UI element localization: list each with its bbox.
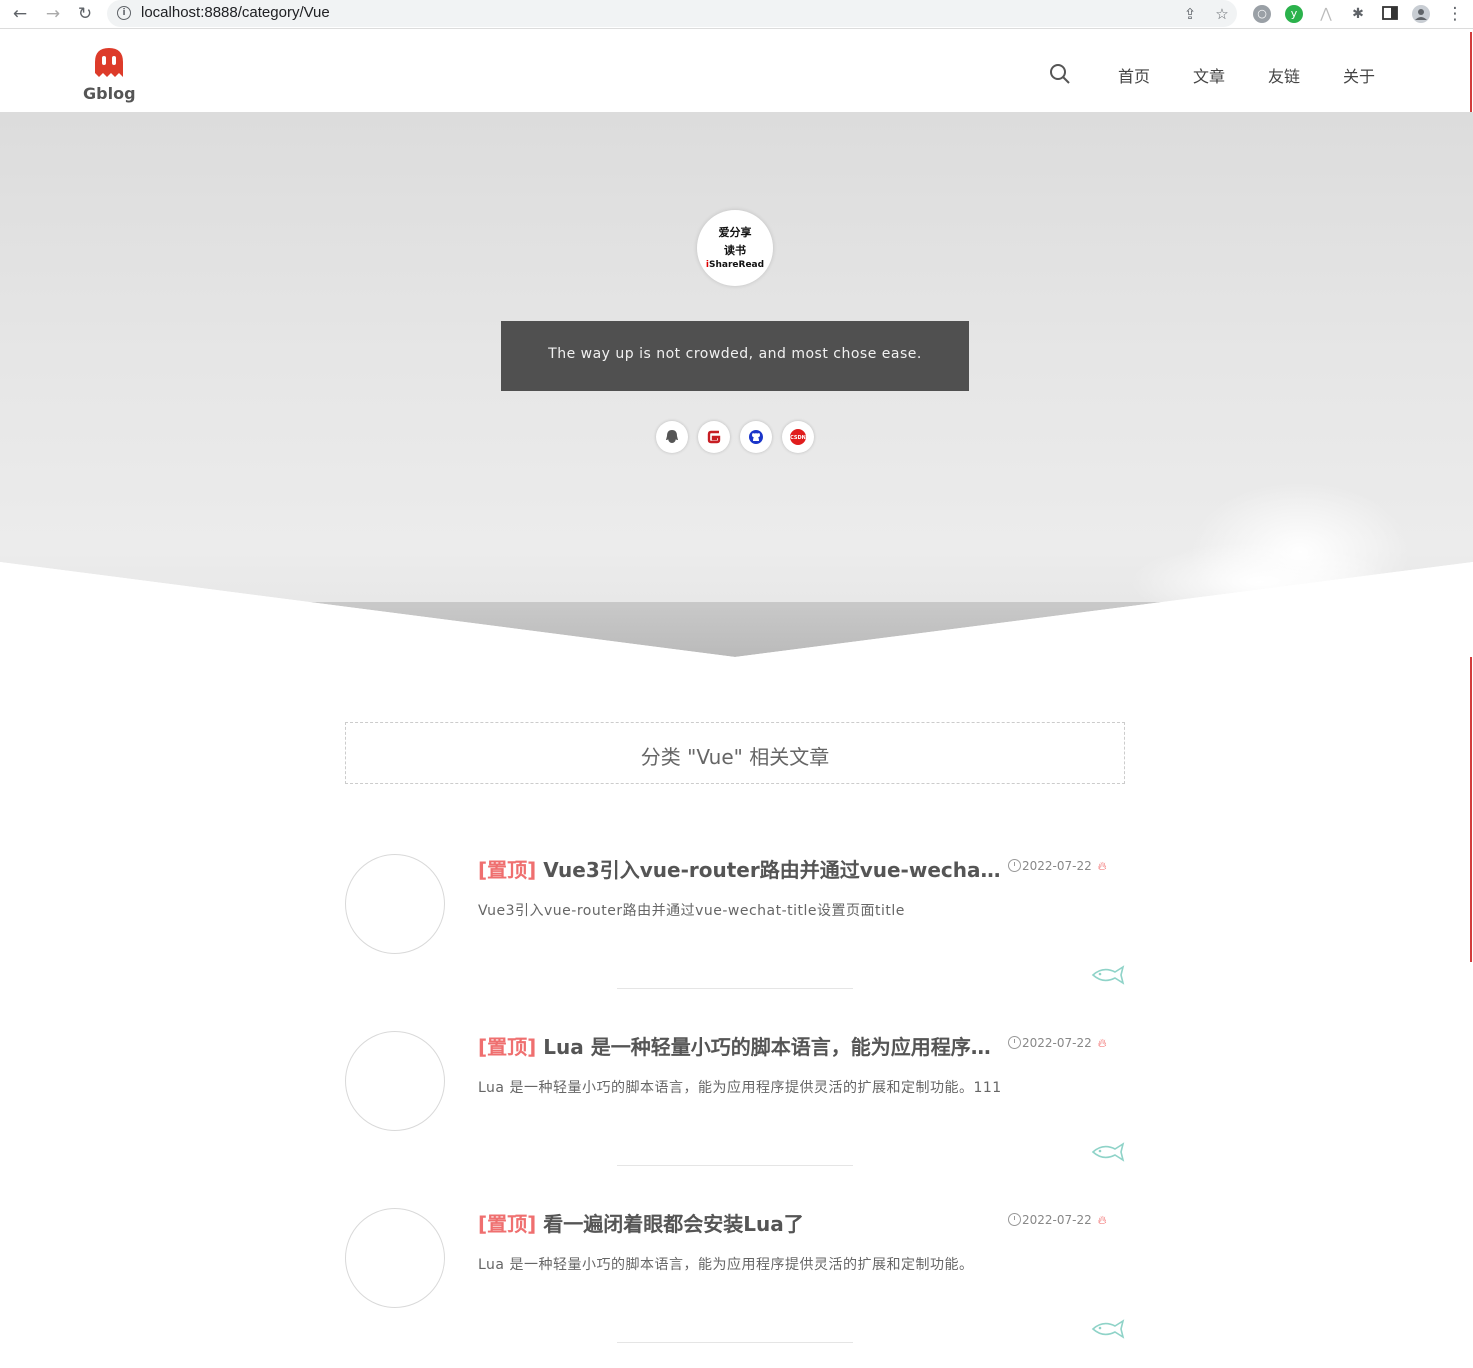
- post-title[interactable]: [置顶] 看一遍闭着眼都会安装Lua了: [478, 1208, 1008, 1237]
- post-divider: [617, 1342, 853, 1343]
- extension-a-icon[interactable]: ⋀: [1317, 5, 1335, 23]
- search-icon[interactable]: [1048, 62, 1072, 86]
- extension-y-icon[interactable]: y: [1285, 5, 1303, 23]
- clock-icon: [1008, 1036, 1021, 1049]
- post-summary: Vue3引入vue-router路由并通过vue-wechat-title设置页…: [478, 903, 905, 919]
- site-header: Gblog 首页 文章 友链 关于: [0, 32, 1473, 112]
- post-title-text[interactable]: 看一遍闭着眼都会安装Lua了: [543, 1212, 803, 1236]
- address-url[interactable]: localhost:8888/category/Vue: [141, 4, 330, 21]
- site-logo[interactable]: Gblog: [83, 46, 136, 106]
- post-date: 2022-07-22: [1022, 859, 1092, 873]
- star-icon[interactable]: ☆: [1211, 3, 1233, 25]
- gitee-icon[interactable]: [698, 421, 730, 453]
- fire-icon: 🔥︎: [1097, 1036, 1107, 1050]
- clock-icon: [1008, 859, 1021, 872]
- menu-kebab-icon[interactable]: ⋮: [1444, 3, 1466, 25]
- hero-banner: 爱分享 读书 iShareRead The way up is not crow…: [0, 112, 1473, 657]
- fire-icon: 🔥︎: [1097, 859, 1107, 873]
- avatar-text-line-3: iShareRead: [697, 260, 773, 270]
- profile-avatar[interactable]: [1412, 5, 1430, 23]
- post-title-text[interactable]: Vue3引入vue-router路由并通过vue-wechat-title设置页…: [543, 858, 1008, 882]
- reload-button[interactable]: ↻: [74, 3, 96, 25]
- fish-icon[interactable]: [1091, 1141, 1125, 1163]
- nav-home[interactable]: 首页: [1118, 63, 1150, 87]
- post-thumbnail[interactable]: [345, 1208, 445, 1308]
- sidepanel-icon[interactable]: [1381, 5, 1399, 23]
- post-thumbnail[interactable]: [345, 854, 445, 954]
- post-title[interactable]: [置顶] Lua 是一种轻量小巧的脚本语言，能为应用程序提供灵活的扩展和定制功能…: [478, 1031, 1008, 1060]
- extension-circle-icon[interactable]: ○: [1253, 5, 1271, 23]
- pinned-tag: [置顶]: [478, 858, 537, 882]
- back-button[interactable]: ←: [9, 3, 31, 25]
- post-thumbnail[interactable]: [345, 1031, 445, 1131]
- ghost-logo-icon: [95, 48, 123, 77]
- share-icon[interactable]: ⇪: [1179, 3, 1201, 25]
- post-meta: 2022-07-22 🔥︎: [1008, 859, 1125, 874]
- clock-icon: [1008, 1213, 1021, 1226]
- site-avatar[interactable]: 爱分享 读书 iShareRead: [697, 210, 773, 286]
- post-card[interactable]: [置顶] 看一遍闭着眼都会安装Lua了 2022-07-22 🔥︎ Lua 是一种…: [345, 1208, 1125, 1368]
- nav-articles[interactable]: 文章: [1193, 63, 1225, 87]
- svg-text:CSDN: CSDN: [790, 435, 806, 441]
- post-date: 2022-07-22: [1022, 1213, 1092, 1227]
- post-title-text[interactable]: Lua 是一种轻量小巧的脚本语言，能为应用程序提供灵活的扩展和定制功能。: [543, 1035, 1008, 1059]
- pinned-tag: [置顶]: [478, 1212, 537, 1236]
- post-meta: 2022-07-22 🔥︎: [1008, 1213, 1125, 1228]
- nav-links[interactable]: 友链: [1268, 63, 1300, 87]
- qq-icon[interactable]: [656, 421, 688, 453]
- category-header: 分类 "Vue" 相关文章: [345, 722, 1125, 784]
- avatar-text-shareread: ShareRead: [709, 260, 765, 270]
- address-bar[interactable]: i localhost:8888/category/Vue ⇪ ☆: [107, 0, 1237, 27]
- fish-icon[interactable]: [1091, 1318, 1125, 1340]
- fire-icon: 🔥︎: [1097, 1213, 1107, 1227]
- nav-about[interactable]: 关于: [1343, 63, 1375, 87]
- puzzle-icon[interactable]: ✱: [1349, 5, 1367, 23]
- post-summary: Lua 是一种轻量小巧的脚本语言，能为应用程序提供灵活的扩展和定制功能。: [478, 1257, 974, 1273]
- motto-box: The way up is not crowded, and most chos…: [501, 321, 969, 391]
- pinned-tag: [置顶]: [478, 1035, 537, 1059]
- info-icon[interactable]: i: [117, 6, 131, 20]
- post-card[interactable]: [置顶] Lua 是一种轻量小巧的脚本语言，能为应用程序提供灵活的扩展和定制功能…: [345, 1031, 1125, 1191]
- browser-toolbar: ← → ↻ i localhost:8888/category/Vue ⇪ ☆ …: [0, 0, 1473, 29]
- post-divider: [617, 988, 853, 989]
- avatar-text-line-2: 读书: [724, 244, 746, 257]
- post-card[interactable]: [置顶] Vue3引入vue-router路由并通过vue-wechat-tit…: [345, 854, 1125, 1014]
- avatar-text-line-1: 爱分享: [718, 226, 752, 239]
- logo-text: Gblog: [83, 84, 136, 103]
- fish-icon[interactable]: [1091, 964, 1125, 986]
- csdn-icon[interactable]: CSDN: [782, 421, 814, 453]
- motto-text: The way up is not crowded, and most chos…: [548, 346, 922, 362]
- category-title: 分类 "Vue" 相关文章: [640, 745, 830, 769]
- post-title[interactable]: [置顶] Vue3引入vue-router路由并通过vue-wechat-tit…: [478, 854, 1008, 883]
- post-date: 2022-07-22: [1022, 1036, 1092, 1050]
- forward-button[interactable]: →: [42, 3, 64, 25]
- post-meta: 2022-07-22 🔥︎: [1008, 1036, 1125, 1051]
- post-divider: [617, 1165, 853, 1166]
- github-icon[interactable]: [740, 421, 772, 453]
- post-summary: Lua 是一种轻量小巧的脚本语言，能为应用程序提供灵活的扩展和定制功能。111: [478, 1080, 1002, 1096]
